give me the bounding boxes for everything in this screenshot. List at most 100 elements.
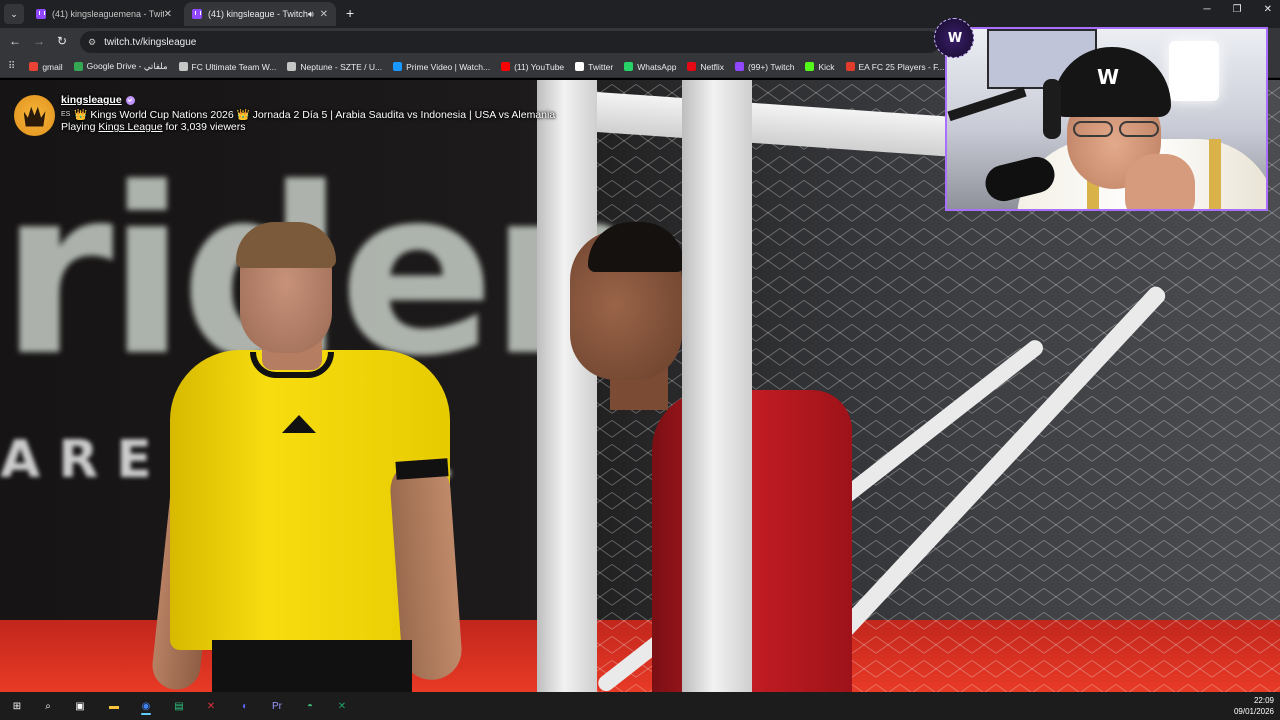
window-controls: ─ ❐ ✕ <box>1204 4 1272 15</box>
bookmark-item[interactable]: Neptune - SZTE / U... <box>287 62 382 72</box>
browser-tab-strip: ⌄ (41) kingsleaguemena - Twitch ✕ (41) k… <box>0 0 1280 28</box>
bookmark-favicon-icon <box>735 62 745 71</box>
app-red-icon[interactable]: ✕ <box>202 697 220 715</box>
bookmark-favicon-icon <box>287 62 297 71</box>
channel-avatar[interactable] <box>14 95 55 136</box>
back-button[interactable]: ← <box>9 34 21 48</box>
reload-button[interactable]: ↻ <box>57 34 67 48</box>
bookmark-item[interactable]: Netflix <box>687 62 724 72</box>
task-view-glyph: ▣ <box>75 700 85 712</box>
bookmark-item[interactable]: Kick <box>805 61 835 72</box>
referee-shorts <box>212 640 412 692</box>
chrome-icon[interactable]: ◉ <box>137 697 155 715</box>
bookmark-favicon-icon <box>805 62 815 71</box>
bookmark-item[interactable]: FC Ultimate Team W... <box>178 61 277 72</box>
file-explorer-glyph: ▬ <box>109 700 119 712</box>
stream-title: 👑 Kings World Cup Nations 2026 👑 Jornada… <box>74 108 556 121</box>
search-icon[interactable]: ⌕ <box>39 697 57 715</box>
app-green-icon[interactable]: ▤ <box>170 697 188 715</box>
cap-logo: W <box>1097 65 1119 89</box>
start-glyph: ⊞ <box>12 700 22 712</box>
bookmark-item[interactable]: (11) YouTube <box>501 62 564 72</box>
language-tag: ES <box>61 110 71 118</box>
bookmark-favicon-icon <box>393 62 403 71</box>
url-text: twitch.tv/kingsleague <box>104 36 197 48</box>
crown-icon <box>23 106 46 127</box>
bookmark-favicon-icon <box>845 62 855 71</box>
app-edge-icon[interactable]: ◓ <box>301 697 319 715</box>
address-bar[interactable]: ⚙ twitch.tv/kingsleague <box>80 31 940 53</box>
twitch-icon <box>36 9 46 19</box>
close-icon[interactable]: ✕ <box>320 9 328 20</box>
restore-button[interactable]: ❐ <box>1233 4 1242 15</box>
start-icon[interactable]: ⊞ <box>8 697 26 715</box>
windows-taskbar: ⊞ ⌕ ▣ ▬ ◉ ▤ ✕ ◐ Pr ◓ ✕ 22:09 09/01/2026 <box>0 692 1280 720</box>
bookmark-label: Neptune - SZTE / U... <box>300 61 383 72</box>
bookmark-label: (11) YouTube <box>514 61 565 72</box>
webcam-overlay: W <box>945 27 1268 211</box>
bookmark-favicon-icon <box>687 62 697 71</box>
bookmark-favicon-icon <box>29 62 39 71</box>
bookmark-item[interactable]: WhatsApp <box>624 62 676 72</box>
close-window-button[interactable]: ✕ <box>1264 4 1272 15</box>
bookmark-label: (99+) Twitch <box>748 61 795 72</box>
bookmark-favicon-icon <box>624 62 634 71</box>
streamer-hand <box>1125 154 1195 209</box>
app-red-glyph: ✕ <box>206 700 216 712</box>
clock-date: 09/01/2026 <box>1233 707 1274 716</box>
apps-grid-icon[interactable]: ⠿ <box>8 61 15 72</box>
playing-prefix: Playing <box>61 121 96 133</box>
bookmark-item[interactable]: gmail <box>29 61 63 72</box>
forward-button[interactable]: → <box>33 34 45 48</box>
bookmark-item[interactable]: Prime Video | Watch... <box>393 62 490 72</box>
bookmark-item[interactable]: Twitter <box>575 62 613 72</box>
tab-search-button[interactable]: ⌄ <box>4 4 24 24</box>
file-explorer-icon[interactable]: ▬ <box>105 697 123 715</box>
clock-time: 22:09 <box>1253 696 1274 705</box>
referee-armband <box>395 458 449 480</box>
verified-icon <box>125 95 135 105</box>
bookmark-label: WhatsApp <box>637 61 677 72</box>
tab-kingsleague[interactable]: (41) kingsleague - Twitch 🔊︎ ✕ <box>184 2 336 26</box>
minimize-button[interactable]: ─ <box>1204 4 1211 15</box>
ring-light <box>1169 41 1219 101</box>
bookmark-label: FC Ultimate Team W... <box>191 61 277 72</box>
bookmark-label: EA FC 25 Players - F... <box>858 61 945 72</box>
bookmark-favicon-icon <box>178 62 188 71</box>
streamer-glasses <box>1073 121 1159 137</box>
app-edge-glyph: ◓ <box>306 700 314 712</box>
task-view-icon[interactable]: ▣ <box>71 697 89 715</box>
channel-name-link[interactable]: kingsleague <box>61 94 122 106</box>
tab-title: (41) kingsleague - Twitch <box>208 9 308 19</box>
close-icon[interactable]: ✕ <box>164 9 172 20</box>
discord-icon[interactable]: ◐ <box>236 697 254 715</box>
system-clock[interactable]: 22:09 09/01/2026 <box>1234 695 1274 717</box>
bookmark-label: Prime Video | Watch... <box>406 61 491 72</box>
shirt-stripe <box>1209 139 1221 209</box>
bookmark-label: Twitter <box>588 61 614 72</box>
bookmark-label: Netflix <box>700 61 725 72</box>
speaker-icon[interactable]: 🔊︎ <box>308 9 314 20</box>
bookmark-label: Kick <box>818 61 835 72</box>
new-tab-button[interactable]: + <box>346 5 354 21</box>
bookmark-label: gmail <box>42 61 63 72</box>
bookmark-item[interactable]: EA FC 25 Players - F... <box>845 61 945 72</box>
viewer-count: for 3,039 viewers <box>165 121 246 133</box>
premiere-icon[interactable]: Pr <box>268 697 286 715</box>
streamer-badge-logo: W <box>934 18 974 58</box>
bookmark-item[interactable]: (99+) Twitch <box>735 62 794 72</box>
search-glyph: ⌕ <box>45 700 51 712</box>
chevron-down-icon: ⌄ <box>10 8 18 19</box>
bookmark-favicon-icon <box>501 62 511 71</box>
bookmark-label: Google Drive - ملفاتي <box>86 61 168 71</box>
game-link[interactable]: Kings League <box>98 121 162 133</box>
tab-title: (41) kingsleaguemena - Twitch <box>52 9 164 19</box>
active-app-indicator <box>141 713 151 715</box>
site-info-icon[interactable]: ⚙ <box>88 37 96 48</box>
referee-collar <box>250 352 334 378</box>
bookmark-item[interactable]: Google Drive - ملفاتي <box>73 61 168 72</box>
twitch-icon <box>192 9 202 19</box>
tab-kingsleaguemena[interactable]: (41) kingsleaguemena - Twitch ✕ <box>28 2 180 26</box>
app-excel-icon[interactable]: ✕ <box>333 697 351 715</box>
discord-glyph: ◐ <box>241 700 249 712</box>
